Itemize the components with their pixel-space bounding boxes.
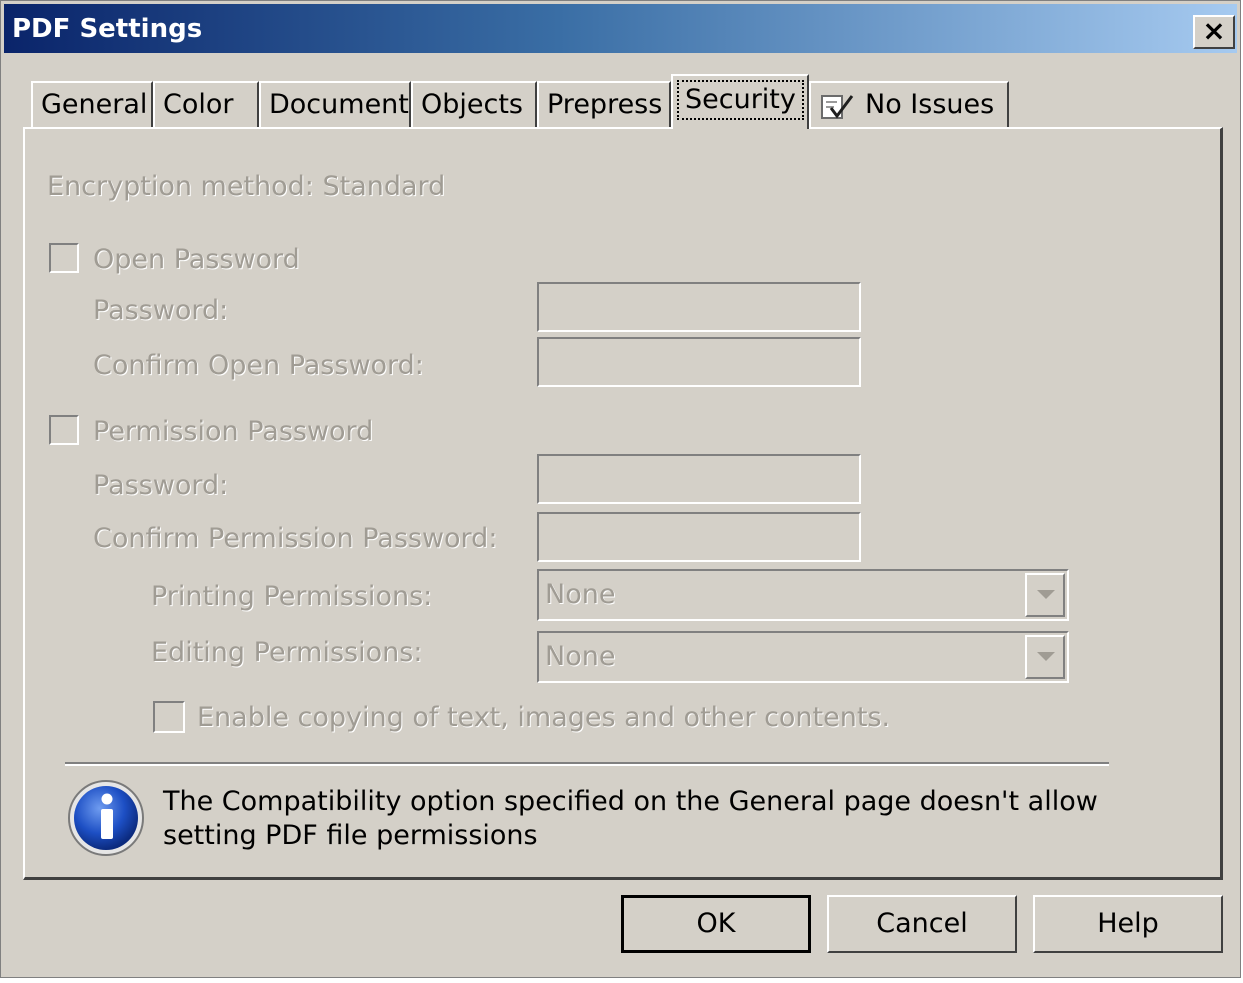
chevron-down-icon[interactable]	[1025, 635, 1065, 679]
separator	[65, 762, 1109, 766]
printing-permissions-select[interactable]: None	[537, 569, 1069, 621]
tab-label: Document	[269, 89, 409, 120]
check-document-icon	[821, 94, 854, 119]
tab-label: Prepress	[547, 89, 663, 120]
editing-permissions-select[interactable]: None	[537, 631, 1069, 683]
tab-label: Color	[163, 89, 234, 120]
tab-label: No Issues	[865, 89, 995, 120]
enable-copying-checkbox[interactable]	[153, 701, 185, 733]
ok-button[interactable]: OK	[621, 895, 811, 953]
confirm-open-password-input[interactable]	[537, 337, 861, 387]
confirm-permission-password-label: Confirm Permission Password:	[93, 523, 498, 554]
tab-objects[interactable]: Objects	[411, 81, 537, 127]
tab-general[interactable]: General	[31, 81, 153, 127]
tab-prepress[interactable]: Prepress	[537, 81, 671, 127]
tab-label: Security	[677, 80, 804, 120]
security-panel: Encryption method: Standard Open Passwor…	[23, 127, 1223, 880]
tab-no-issues[interactable]: No Issues	[809, 81, 1009, 127]
chevron-down-icon[interactable]	[1025, 573, 1065, 617]
permission-password-checkbox[interactable]	[49, 415, 79, 445]
open-password-input[interactable]	[537, 282, 861, 332]
info-message: The Compatibility option specified on th…	[163, 786, 1098, 851]
editing-permissions-label: Editing Permissions:	[151, 637, 423, 668]
tab-label: Objects	[421, 89, 524, 120]
permission-password-input[interactable]	[537, 454, 861, 504]
confirm-open-password-label: Confirm Open Password:	[93, 350, 424, 381]
open-password-label: Open Password	[93, 244, 300, 275]
permission-password-field-label: Password:	[93, 470, 229, 501]
help-button[interactable]: Help	[1033, 895, 1223, 953]
tab-security[interactable]: Security	[671, 74, 809, 129]
dialog-title: PDF Settings	[12, 14, 203, 44]
confirm-permission-password-input[interactable]	[537, 512, 861, 562]
open-password-field-label: Password:	[93, 295, 229, 326]
title-bar: PDF Settings ×	[4, 4, 1237, 53]
printing-permissions-label: Printing Permissions:	[151, 581, 433, 612]
tab-color[interactable]: Color	[153, 81, 259, 127]
printing-permissions-value: None	[545, 579, 616, 610]
cancel-button[interactable]: Cancel	[827, 895, 1017, 953]
close-icon: ×	[1202, 14, 1226, 47]
tab-label: General	[41, 89, 148, 120]
encryption-method-label: Encryption method: Standard	[47, 171, 446, 202]
close-button[interactable]: ×	[1193, 15, 1235, 49]
open-password-checkbox[interactable]	[49, 243, 79, 273]
info-icon	[68, 780, 144, 856]
pdf-settings-dialog: PDF Settings × General Color Document Ob…	[0, 0, 1241, 978]
editing-permissions-value: None	[545, 641, 616, 672]
enable-copying-label: Enable copying of text, images and other…	[197, 702, 891, 733]
tab-document[interactable]: Document	[259, 81, 411, 127]
permission-password-label: Permission Password	[93, 416, 374, 447]
